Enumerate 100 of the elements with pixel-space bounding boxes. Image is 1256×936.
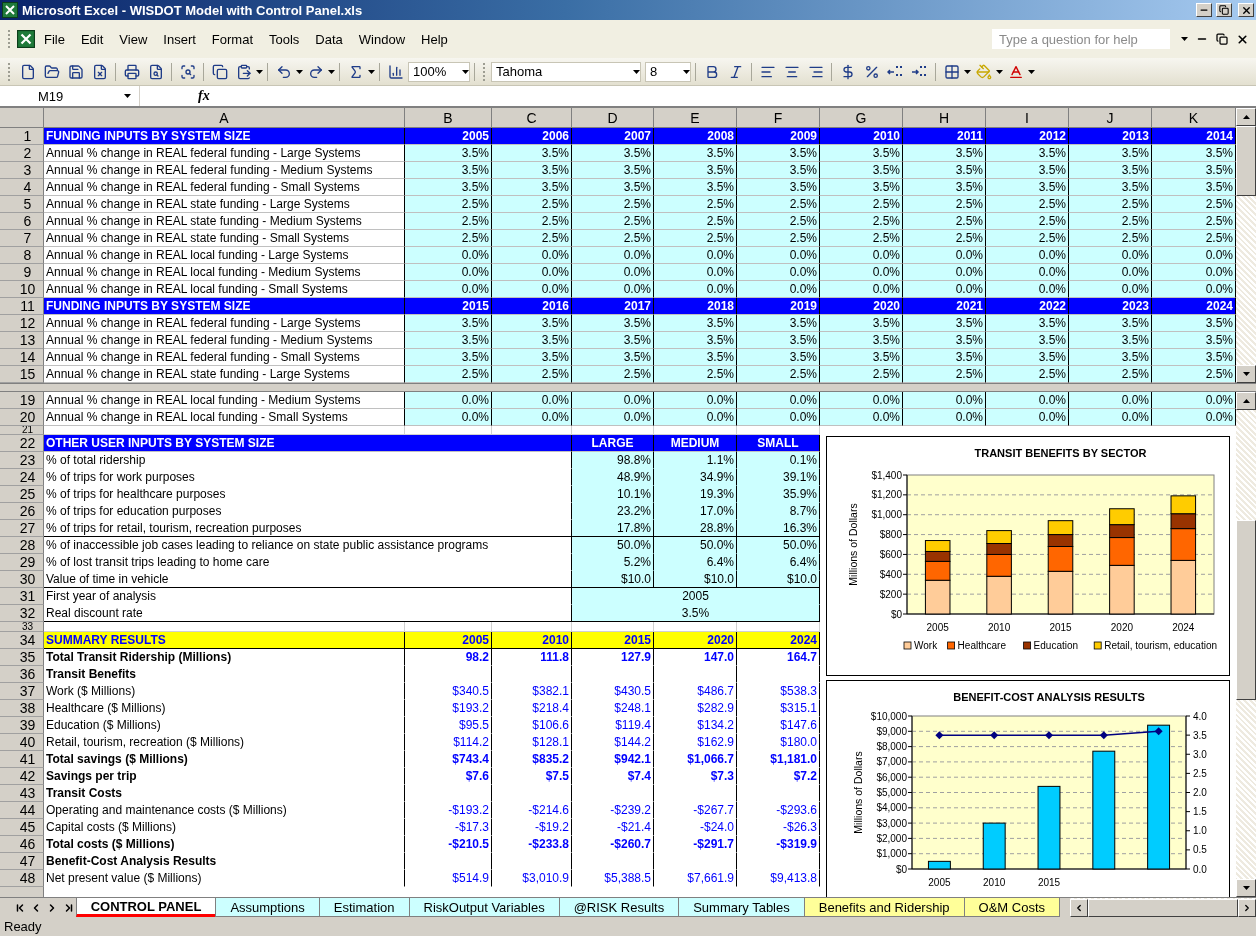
close-button[interactable]: [1238, 3, 1254, 17]
row-number[interactable]: 31: [0, 588, 44, 605]
menu-item[interactable]: Tools: [262, 29, 307, 49]
row-number[interactable]: 38: [0, 700, 44, 717]
row-number[interactable]: 45: [0, 819, 44, 836]
row-number[interactable]: 41: [0, 751, 44, 768]
row-number[interactable]: 12: [0, 315, 44, 332]
zoom-dropdown[interactable]: 100%: [408, 61, 470, 82]
row-number[interactable]: 40: [0, 734, 44, 751]
row-number[interactable]: 32: [0, 605, 44, 622]
restore-button[interactable]: [1216, 3, 1232, 17]
caret-icon[interactable]: [256, 69, 263, 74]
caret-icon[interactable]: [462, 69, 469, 74]
column-header[interactable]: I: [986, 108, 1069, 128]
column-header[interactable]: G: [820, 108, 903, 128]
row-number[interactable]: 25: [0, 486, 44, 503]
name-box[interactable]: M19: [0, 86, 140, 106]
row-number[interactable]: 27: [0, 520, 44, 537]
row-number[interactable]: 36: [0, 666, 44, 683]
column-header[interactable]: J: [1069, 108, 1152, 128]
scroll-right-button[interactable]: [1238, 898, 1256, 917]
column-header[interactable]: A: [44, 108, 405, 128]
row-number[interactable]: 26: [0, 503, 44, 520]
row-number[interactable]: 44: [0, 802, 44, 819]
row-number[interactable]: 3: [0, 162, 44, 179]
row-number[interactable]: 23: [0, 452, 44, 469]
menu-item[interactable]: Window: [351, 29, 413, 49]
row-number[interactable]: 6: [0, 213, 44, 230]
row-number[interactable]: 9: [0, 264, 44, 281]
sheet-tab[interactable]: Assumptions: [215, 898, 320, 917]
menu-item[interactable]: Data: [308, 29, 350, 49]
row-number[interactable]: 43: [0, 785, 44, 802]
row-number[interactable]: 22: [0, 435, 44, 452]
row-number[interactable]: 5: [0, 196, 44, 213]
column-header[interactable]: F: [737, 108, 820, 128]
row-number[interactable]: 42: [0, 768, 44, 785]
restore-button[interactable]: [1213, 33, 1231, 45]
column-header[interactable]: B: [405, 108, 492, 128]
scroll-up-button[interactable]: [1236, 392, 1256, 410]
row-number[interactable]: 29: [0, 554, 44, 571]
sheet-tab[interactable]: RiskOutput Variables: [408, 898, 560, 917]
row-number[interactable]: 8: [0, 247, 44, 264]
row-number[interactable]: 20: [0, 409, 44, 426]
row-number[interactable]: 10: [0, 281, 44, 298]
scroll-thumb[interactable]: [1088, 898, 1238, 917]
row-number[interactable]: 35: [0, 649, 44, 666]
menu-item[interactable]: Edit: [73, 29, 111, 49]
caret-icon[interactable]: [633, 69, 640, 74]
column-header[interactable]: E: [654, 108, 737, 128]
font-size-dropdown[interactable]: 8: [645, 61, 691, 82]
scroll-up-button[interactable]: [1236, 108, 1256, 126]
menu-item[interactable]: Format: [204, 29, 260, 49]
row-number[interactable]: 24: [0, 469, 44, 486]
column-header[interactable]: H: [903, 108, 986, 128]
caret-icon[interactable]: [683, 69, 690, 74]
row-number[interactable]: 11: [0, 298, 44, 315]
select-all-corner[interactable]: [0, 108, 44, 128]
caret-icon[interactable]: [996, 69, 1003, 74]
sheet-tab[interactable]: O&M Costs: [963, 898, 1060, 917]
function-label[interactable]: fx: [198, 88, 210, 104]
row-number[interactable]: 39: [0, 717, 44, 734]
menu-item[interactable]: View: [112, 29, 155, 49]
scroll-down-button[interactable]: [1236, 365, 1256, 383]
row-number[interactable]: 15: [0, 366, 44, 383]
row-number[interactable]: 47: [0, 853, 44, 870]
scroll-left-button[interactable]: [1070, 898, 1088, 917]
caret-icon[interactable]: [296, 69, 303, 74]
sheet-tab[interactable]: @RISK Results: [558, 898, 680, 917]
row-number[interactable]: 30: [0, 571, 44, 588]
caret-icon[interactable]: [1028, 69, 1035, 74]
caret-icon[interactable]: [328, 69, 335, 74]
scroll-thumb[interactable]: [1236, 520, 1256, 700]
sheet-tab[interactable]: Summary Tables: [678, 898, 805, 917]
caret-icon[interactable]: [368, 69, 375, 74]
sheet-tab[interactable]: Benefits and Ridership: [803, 898, 965, 917]
row-number[interactable]: 37: [0, 683, 44, 700]
menu-item[interactable]: File: [37, 29, 72, 49]
caret-icon[interactable]: [964, 69, 971, 74]
row-number[interactable]: 4: [0, 179, 44, 196]
column-header[interactable]: C: [492, 108, 572, 128]
row-number[interactable]: 14: [0, 349, 44, 366]
scroll-down-button[interactable]: [1236, 879, 1256, 897]
caret-icon[interactable]: [124, 94, 131, 98]
menu-item[interactable]: Help: [414, 29, 455, 49]
row-number[interactable]: 46: [0, 836, 44, 853]
menu-item[interactable]: Insert: [156, 29, 203, 49]
row-number[interactable]: 13: [0, 332, 44, 349]
column-header[interactable]: K: [1152, 108, 1236, 128]
row-number[interactable]: 19: [0, 392, 44, 409]
column-header[interactable]: D: [572, 108, 654, 128]
row-number[interactable]: 34: [0, 632, 44, 649]
sheet-tab[interactable]: CONTROL PANEL: [75, 898, 217, 917]
row-number[interactable]: 2: [0, 145, 44, 162]
row-number[interactable]: 48: [0, 870, 44, 887]
help-search-field[interactable]: Type a question for help: [992, 29, 1170, 49]
row-number[interactable]: 21: [0, 426, 44, 435]
row-number[interactable]: 28: [0, 537, 44, 554]
scroll-thumb[interactable]: [1236, 126, 1256, 196]
row-number[interactable]: 1: [0, 128, 44, 145]
minimize-button[interactable]: [1196, 3, 1212, 17]
